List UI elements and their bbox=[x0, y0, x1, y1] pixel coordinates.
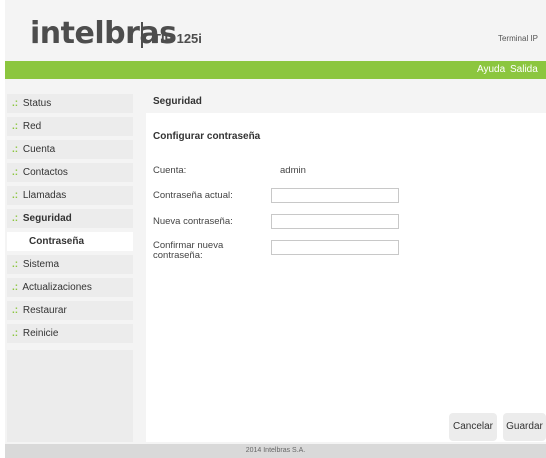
sidebar-item-label: Status bbox=[22, 98, 52, 109]
device-model: TIP 125i bbox=[153, 31, 202, 46]
top-menu-bar: Ayuda Salida bbox=[5, 61, 546, 79]
confirm-password-label: Confirmar nueva contraseña: bbox=[153, 240, 224, 261]
sidebar-item-restaurar[interactable]: .: Restaurar bbox=[7, 301, 133, 320]
sidebar-item-label: Contactos bbox=[22, 167, 68, 178]
new-password-input[interactable] bbox=[271, 214, 399, 229]
header: intelbras TIP 125i Terminal IP bbox=[5, 0, 546, 61]
account-label: Cuenta: bbox=[153, 165, 187, 176]
sidebar-item-seguridad[interactable]: .: Seguridad bbox=[7, 209, 133, 228]
sidebar-item-status[interactable]: .: Status bbox=[7, 94, 133, 113]
bullet-icon: .: bbox=[12, 282, 19, 293]
help-link[interactable]: Ayuda bbox=[477, 64, 505, 75]
bullet-icon: .: bbox=[12, 98, 19, 109]
bullet-icon: .: bbox=[12, 305, 19, 316]
copyright-text: 2014 Intelbras S.A. bbox=[245, 447, 306, 454]
sidebar-item-label: Restaurar bbox=[22, 305, 67, 316]
bullet-icon: .: bbox=[12, 167, 19, 178]
bullet-icon: .: bbox=[12, 213, 19, 224]
sidebar-item-llamadas[interactable]: .: Llamadas bbox=[7, 186, 133, 205]
sidebar-filler bbox=[7, 350, 133, 442]
sidebar-item-cuenta[interactable]: .: Cuenta bbox=[7, 140, 133, 159]
sidebar-item-label: Actualizaciones bbox=[22, 282, 92, 293]
logo-divider bbox=[141, 22, 143, 48]
footer: 2014 Intelbras S.A. bbox=[5, 444, 546, 458]
sidebar-item-label: Llamadas bbox=[22, 190, 67, 201]
bullet-icon: .: bbox=[12, 328, 19, 339]
sidebar-item-label: Contraseña bbox=[29, 236, 85, 247]
sidebar-item-sistema[interactable]: .: Sistema bbox=[7, 255, 133, 274]
cancel-button[interactable]: Cancelar bbox=[449, 413, 497, 441]
sidebar-item-red[interactable]: .: Red bbox=[7, 117, 133, 136]
sidebar-item-label: Seguridad bbox=[22, 213, 72, 224]
sidebar-subitem-contrasena[interactable]: Contraseña bbox=[7, 232, 133, 251]
sidebar-nav: .: Status .: Red .: Cuenta .: Contactos … bbox=[7, 94, 133, 347]
sidebar-item-reinicie[interactable]: .: Reinicie bbox=[7, 324, 133, 343]
sidebar-item-label: Sistema bbox=[22, 259, 60, 270]
form-title: Configurar contraseña bbox=[153, 131, 261, 142]
sidebar-item-actualizaciones[interactable]: .: Actualizaciones bbox=[7, 278, 133, 297]
save-button[interactable]: Guardar bbox=[503, 413, 546, 441]
sidebar-item-label: Cuenta bbox=[22, 144, 56, 155]
confirm-password-input[interactable] bbox=[271, 240, 399, 255]
main-content: Seguridad Configurar contraseña Cuenta: … bbox=[146, 90, 546, 442]
new-password-label: Nueva contraseña: bbox=[153, 216, 233, 227]
bullet-icon: .: bbox=[12, 190, 19, 201]
current-password-input[interactable] bbox=[271, 188, 399, 203]
bullet-icon: .: bbox=[12, 259, 19, 270]
account-value: admin bbox=[280, 165, 306, 176]
bullet-icon: .: bbox=[12, 121, 19, 132]
section-header: Seguridad bbox=[146, 90, 546, 113]
sidebar-item-contactos[interactable]: .: Contactos bbox=[7, 163, 133, 182]
sidebar-item-label: Reinicie bbox=[22, 328, 59, 339]
sidebar-item-label: Red bbox=[22, 121, 42, 132]
logout-link[interactable]: Salida bbox=[510, 64, 538, 75]
page: intelbras TIP 125i Terminal IP Ayuda Sal… bbox=[5, 0, 546, 458]
bullet-icon: .: bbox=[12, 144, 19, 155]
current-password-label: Contraseña actual: bbox=[153, 190, 233, 201]
terminal-label: Terminal IP bbox=[497, 34, 538, 43]
